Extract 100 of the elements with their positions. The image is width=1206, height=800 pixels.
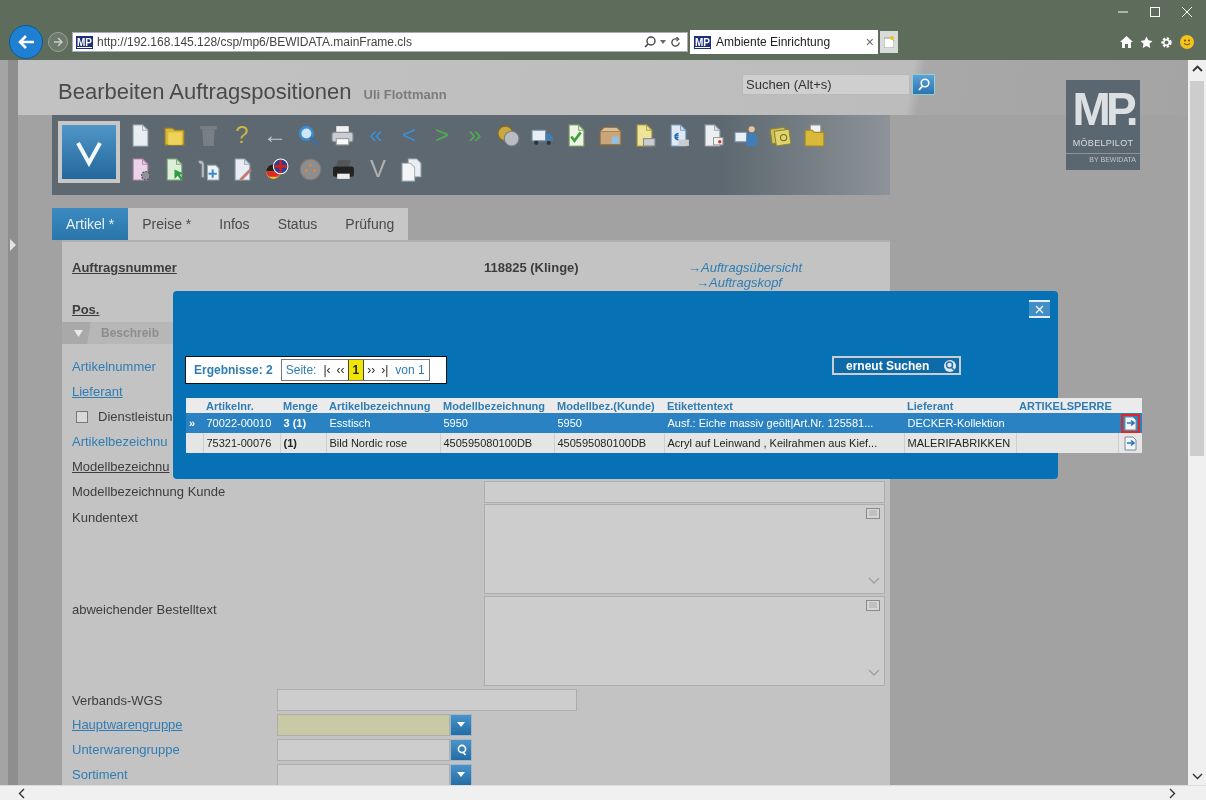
field-label: Verbands-WGS xyxy=(72,692,164,708)
settings-icon[interactable] xyxy=(1160,35,1173,49)
scroll-down-icon xyxy=(868,577,880,584)
field-label[interactable]: Sortiment xyxy=(72,767,277,782)
table-cell: 5950 xyxy=(557,417,582,429)
column-header: Lieferant xyxy=(904,398,1016,413)
scroll-down-icon[interactable] xyxy=(1191,773,1203,780)
refresh-icon[interactable] xyxy=(670,36,681,48)
coins-icon[interactable] xyxy=(496,122,521,148)
table-cell: Bild Nordic rose xyxy=(329,437,408,449)
field-label: abweichender Bestelltext xyxy=(72,601,218,617)
field-label: Auftragsnummer xyxy=(72,260,178,275)
close-icon[interactable] xyxy=(1182,7,1192,17)
field-label[interactable]: Artikelnummer xyxy=(72,359,156,374)
toolbar-button[interactable]: ? xyxy=(230,121,254,149)
toolbar-button[interactable]: V xyxy=(366,155,390,183)
smiley-icon[interactable] xyxy=(1180,35,1194,49)
site-logo: MP xyxy=(694,35,711,49)
table-cell: 75321-00076 xyxy=(206,437,272,449)
logo-name: MÖBELPILOT xyxy=(1072,138,1134,148)
flag-bubble-icon[interactable] xyxy=(264,156,289,182)
text-field[interactable] xyxy=(277,689,577,711)
field-label[interactable]: Artikelbezeichnu xyxy=(72,434,168,449)
current-page[interactable]: 1 xyxy=(347,360,365,380)
search-button[interactable] xyxy=(450,738,472,761)
toolbar-button[interactable]: » xyxy=(463,121,487,149)
order-number: 118825 (Klinge) xyxy=(484,260,580,275)
row-marker: » xyxy=(186,413,203,433)
dropdown-field[interactable] xyxy=(277,763,450,785)
scroll-up-icon[interactable] xyxy=(1191,65,1203,72)
browser-tab[interactable]: MP Ambiente Einrichtung × xyxy=(690,30,878,54)
text-field[interactable] xyxy=(484,480,885,503)
dropdown-field[interactable] xyxy=(277,713,450,736)
star-icon[interactable] xyxy=(1140,35,1153,49)
link[interactable]: →Auftragsübersicht xyxy=(688,260,803,275)
search-button[interactable] xyxy=(912,74,935,95)
first-page-button[interactable]: |‹ xyxy=(320,360,334,380)
toolbar-button[interactable]: > xyxy=(430,121,454,149)
scroll-right-icon[interactable] xyxy=(1169,787,1176,799)
scroll-left-icon[interactable] xyxy=(18,787,25,799)
table-row[interactable]: 75321-00076 (1) Bild Nordic rose 450595080100DB 450595080100DB Acryl auf Leinwand , Keilrahmen aus Kief... MALERIFABRIKKEN xyxy=(186,433,1142,453)
confirm-button[interactable] xyxy=(58,121,120,183)
dropdown-button[interactable] xyxy=(450,763,472,785)
scroll-down-icon xyxy=(868,669,880,676)
dropdown-button[interactable] xyxy=(450,713,472,736)
tab-close-button[interactable]: × xyxy=(865,34,874,50)
field-label[interactable]: Hauptwarengruppe xyxy=(72,717,277,732)
caret-icon xyxy=(457,722,465,727)
expand-arrow-icon[interactable] xyxy=(10,239,16,251)
arrow-right-icon xyxy=(53,37,63,47)
tab[interactable]: Artikel * xyxy=(52,208,129,240)
field-label[interactable]: Unterwarengruppe xyxy=(72,742,277,757)
table-row[interactable]: » 70022-00010 3 (1) Esstisch 5950 5950 Ausf.: Eiche massiv geölt|Art.Nr. 125581... DECKER-Kollektion xyxy=(186,413,1142,433)
address-bar[interactable]: MP http://192.168.145.128/csp/mp6/BEWIDATA.mainFrame.cls xyxy=(72,32,688,52)
search-again-button[interactable]: erneut Suchen xyxy=(832,356,961,375)
field-label[interactable]: Lieferant xyxy=(72,384,123,399)
results-count: Ergebnisse: 2 xyxy=(194,363,273,377)
toolbar-button[interactable]: ← xyxy=(263,121,287,149)
table-cell xyxy=(186,433,203,453)
maximize-icon[interactable] xyxy=(1150,7,1160,17)
field-label: Kundentext xyxy=(72,509,139,525)
url-text: http://192.168.145.128/csp/mp6/BEWIDATA.mainFrame.cls xyxy=(97,35,414,49)
next-page-button[interactable]: ›› xyxy=(364,360,379,380)
previous-page-button[interactable]: ‹‹ xyxy=(333,360,348,380)
pager-label: Seite: xyxy=(284,362,318,379)
column-header: ARTIKELSPERRE xyxy=(1016,398,1118,413)
comment-icon xyxy=(866,600,880,614)
checkbox[interactable] xyxy=(76,410,88,423)
lookup-field[interactable] xyxy=(277,738,450,761)
forward-button[interactable] xyxy=(48,32,68,52)
table-cell: MALERIFABRIKKEN xyxy=(907,437,1011,449)
open-document-icon[interactable] xyxy=(1122,415,1138,431)
close-button[interactable] xyxy=(1029,300,1050,318)
open-document-icon[interactable] xyxy=(1122,435,1138,451)
table-cell: (1) xyxy=(283,437,297,449)
table-cell: 3 (1) xyxy=(283,417,307,429)
search-icon[interactable] xyxy=(644,36,656,48)
table-cell: 5950 xyxy=(443,417,468,429)
column-header: Modellbezeichnung xyxy=(440,398,554,413)
column-header: Artikelbezeichnung xyxy=(326,398,440,413)
comment-icon xyxy=(866,508,880,522)
table-cell: 450595080100DB xyxy=(557,437,647,449)
arrow-left-icon xyxy=(17,34,35,50)
caret-icon xyxy=(457,772,465,777)
page-total: von 1 xyxy=(394,362,426,379)
back-button[interactable] xyxy=(9,25,43,59)
wrench-document-icon[interactable] xyxy=(196,156,221,182)
table-cell: Esstisch xyxy=(329,417,371,429)
documents-icon[interactable] xyxy=(399,156,424,182)
caret-icon[interactable] xyxy=(660,40,666,44)
scrollbar-thumb[interactable] xyxy=(1190,81,1204,456)
folder-documents-icon[interactable] xyxy=(802,122,827,148)
link[interactable]: →Auftragskopf xyxy=(688,275,803,290)
field-label: Modellbezeichnu xyxy=(72,459,170,474)
column-header: Menge xyxy=(280,398,326,413)
user-name: Uli Flottmann xyxy=(363,86,447,102)
home-icon[interactable] xyxy=(1120,36,1133,48)
field-label: Modellbezeichnung Kunde xyxy=(72,484,227,499)
search-field[interactable]: Suchen (Alt+s) xyxy=(742,74,910,95)
last-page-button[interactable]: ›| xyxy=(378,360,392,380)
